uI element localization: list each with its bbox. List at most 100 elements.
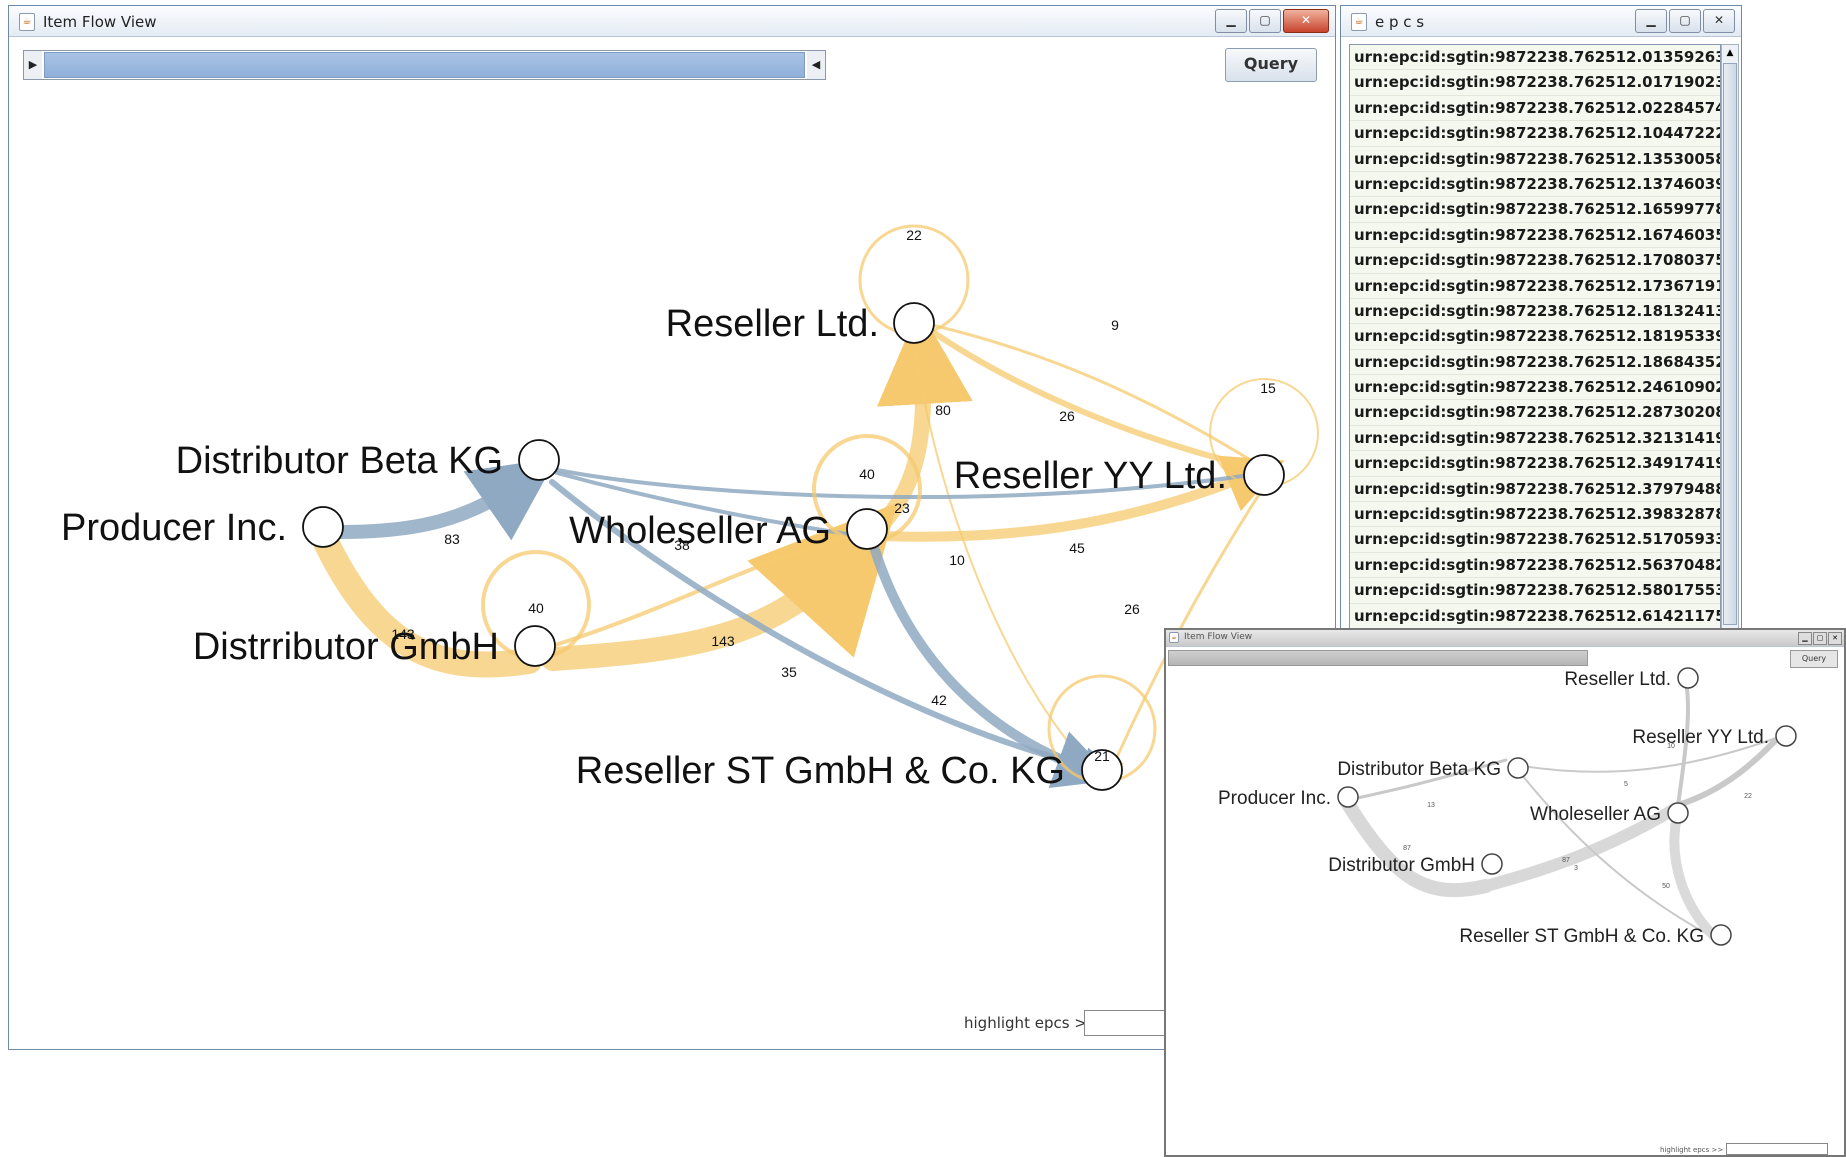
epc-list-item[interactable]: urn:epc:id:sgtin:9872238.762512.18684352… <box>1350 350 1720 376</box>
scroll-up-arrow-icon[interactable]: ▲ <box>1722 45 1738 61</box>
time-scrollbar[interactable]: ▶ ◀ <box>23 50 826 80</box>
query-button[interactable]: Query <box>1225 48 1317 82</box>
label-distributor-gmbh: Distrributor GmbH <box>193 626 499 668</box>
node-reseller-yy[interactable] <box>1775 725 1797 747</box>
edge-label: 23 <box>894 500 910 516</box>
epc-list-item[interactable]: urn:epc:id:sgtin:9872238.762512.34917419… <box>1350 451 1720 477</box>
flow-graph-canvas: Reseller Ltd. Reseller YY Ltd. Distribut… <box>1218 667 1797 947</box>
flow-graph-canvas: Reseller Ltd. Distributor Beta KG Produc… <box>61 224 1319 792</box>
label-distributor-gmbh: Distributor GmbH <box>1328 855 1475 876</box>
epc-list-item[interactable]: urn:epc:id:sgtin:9872238.762512.16746035… <box>1350 223 1720 249</box>
epc-list-item[interactable]: urn:epc:id:sgtin:9872238.762512.10447222… <box>1350 121 1720 147</box>
edge-label: 3 <box>1574 865 1578 872</box>
epc-list-item[interactable]: urn:epc:id:sgtin:9872238.762512.17080375… <box>1350 248 1720 274</box>
label-reseller-ltd: Reseller Ltd. <box>666 303 879 345</box>
label-distributor-beta: Distributor Beta KG <box>1337 759 1501 780</box>
edge <box>1675 737 1779 808</box>
epc-list-item[interactable]: urn:epc:id:sgtin:9872238.762512.58017553… <box>1350 578 1720 604</box>
edge <box>1341 797 1493 898</box>
maximize-button[interactable]: ▢ <box>1249 9 1281 33</box>
node-wholeseller[interactable] <box>1667 802 1689 824</box>
epc-list-item[interactable]: urn:epc:id:sgtin:9872238.762512.16599778… <box>1350 197 1720 223</box>
epc-list[interactable]: urn:epc:id:sgtin:9872238.762512.01359263… <box>1349 44 1721 646</box>
epc-list-item[interactable]: urn:epc:id:sgtin:9872238.762512.13530058… <box>1350 147 1720 172</box>
edge-label: 80 <box>935 402 951 418</box>
scroll-thumb[interactable] <box>1723 63 1737 625</box>
node-distributor-gmbh[interactable] <box>514 625 556 667</box>
edge-label: 35 <box>781 664 797 680</box>
node-distributor-beta[interactable] <box>1507 757 1529 779</box>
node-wholeseller[interactable] <box>846 508 888 550</box>
epc-list-item[interactable]: urn:epc:id:sgtin:9872238.762512.28730208… <box>1350 400 1720 426</box>
item-flow-inset-window: ☕ Item Flow View ▁ ▢ ✕ Query Reseller Lt… <box>1164 628 1846 1157</box>
window-title: e p c s <box>1375 13 1425 31</box>
epc-list-item[interactable]: urn:epc:id:sgtin:9872238.762512.02284574… <box>1350 96 1720 122</box>
epc-list-item[interactable]: urn:epc:id:sgtin:9872238.762512.01719023… <box>1350 70 1720 96</box>
title-bar: ☕ e p c s ▁ ▢ ✕ <box>1341 6 1741 37</box>
epc-list-item[interactable]: urn:epc:id:sgtin:9872238.762512.61421175… <box>1350 604 1720 629</box>
label-reseller-st: Reseller ST GmbH & Co. KG <box>1459 926 1704 947</box>
edge-label: 38 <box>674 537 690 553</box>
edge-label: 13 <box>1427 802 1435 809</box>
label-distributor-beta: Distributor Beta KG <box>176 440 503 482</box>
close-button[interactable]: ✕ <box>1283 9 1329 33</box>
edge-gmbh-wholeseller <box>541 502 898 671</box>
node-distributor-beta[interactable] <box>518 439 560 481</box>
node-reseller-ltd[interactable] <box>1677 667 1699 689</box>
highlight-epcs-input[interactable] <box>1726 1143 1828 1155</box>
loop-count-reseller-st: 21 <box>1094 748 1110 764</box>
node-producer[interactable] <box>302 506 344 548</box>
highlight-epcs-input[interactable] <box>1084 1010 1176 1036</box>
loop-count-reseller-ltd: 22 <box>906 227 922 243</box>
epc-scrollbar[interactable]: ▲ <box>1721 44 1739 646</box>
java-icon: ☕ <box>1351 13 1367 31</box>
label-producer: Producer Inc. <box>61 507 287 549</box>
edge-label: 10 <box>949 552 965 568</box>
edge-label: 26 <box>1059 408 1075 424</box>
label-reseller-st: Reseller ST GmbH & Co. KG <box>576 750 1065 792</box>
epc-list-item[interactable]: urn:epc:id:sgtin:9872238.762512.13746039… <box>1350 172 1720 198</box>
label-reseller-yy: Reseller YY Ltd. <box>954 455 1227 497</box>
epcs-window: ☕ e p c s ▁ ▢ ✕ urn:epc:id:sgtin:9872238… <box>1340 5 1742 646</box>
edge-label: 87 <box>1562 857 1570 864</box>
highlight-epcs-label: highlight epcs >> <box>964 1014 1100 1032</box>
title-bar: ☕ Item Flow View ▁ ▢ ✕ <box>9 6 1335 37</box>
epc-list-item[interactable]: urn:epc:id:sgtin:9872238.762512.18132413… <box>1350 299 1720 325</box>
edge-label: 143 <box>391 626 415 642</box>
epc-list-item[interactable]: urn:epc:id:sgtin:9872238.762512.17367191… <box>1350 274 1720 299</box>
epc-list-item[interactable]: urn:epc:id:sgtin:9872238.762512.39832878… <box>1350 502 1720 528</box>
edge-label: 83 <box>444 531 460 547</box>
minimize-button[interactable]: ▁ <box>1215 9 1247 33</box>
node-distributor-gmbh[interactable] <box>1481 853 1503 875</box>
node-reseller-ltd[interactable] <box>893 302 935 344</box>
scroll-thumb[interactable] <box>44 52 805 78</box>
toolbar: ▶ ◀ Query <box>17 46 1327 86</box>
epc-list-item[interactable]: urn:epc:id:sgtin:9872238.762512.24610902… <box>1350 375 1720 401</box>
edge-label: 22 <box>1744 793 1752 800</box>
edge-label: 26 <box>1124 601 1140 617</box>
scroll-right-arrow-icon[interactable]: ▶ <box>24 51 42 79</box>
epc-list-item[interactable]: urn:epc:id:sgtin:9872238.762512.51705933… <box>1350 527 1720 553</box>
maximize-button[interactable]: ▢ <box>1669 9 1701 33</box>
java-icon: ☕ <box>19 13 35 31</box>
close-button[interactable]: ✕ <box>1703 9 1735 33</box>
node-producer[interactable] <box>1337 786 1359 808</box>
edge-label: 10 <box>1667 743 1675 750</box>
loop-count-distributor-gmbh: 40 <box>528 600 544 616</box>
edge-label: 143 <box>711 633 735 649</box>
loop-count-wholeseller: 40 <box>859 466 875 482</box>
epc-list-item[interactable]: urn:epc:id:sgtin:9872238.762512.01359263… <box>1350 45 1720 71</box>
epc-list-item[interactable]: urn:epc:id:sgtin:9872238.762512.32131419… <box>1350 426 1720 452</box>
minimize-button[interactable]: ▁ <box>1635 9 1667 33</box>
epc-list-item[interactable]: urn:epc:id:sgtin:9872238.762512.37979488… <box>1350 477 1720 503</box>
edge-label: 9 <box>1111 317 1119 333</box>
label-wholeseller: Wholeseller AG <box>1530 804 1661 825</box>
scroll-left-arrow-icon[interactable]: ◀ <box>807 51 825 79</box>
node-reseller-yy[interactable] <box>1243 454 1285 496</box>
epc-list-item[interactable]: urn:epc:id:sgtin:9872238.762512.56370482… <box>1350 553 1720 579</box>
edge-producer-beta <box>334 458 557 541</box>
edge-label: 50 <box>1662 883 1670 890</box>
node-reseller-st[interactable] <box>1710 924 1732 946</box>
edge-reseller-ltd-yy-b <box>930 323 1259 466</box>
epc-list-item[interactable]: urn:epc:id:sgtin:9872238.762512.18195339… <box>1350 324 1720 350</box>
